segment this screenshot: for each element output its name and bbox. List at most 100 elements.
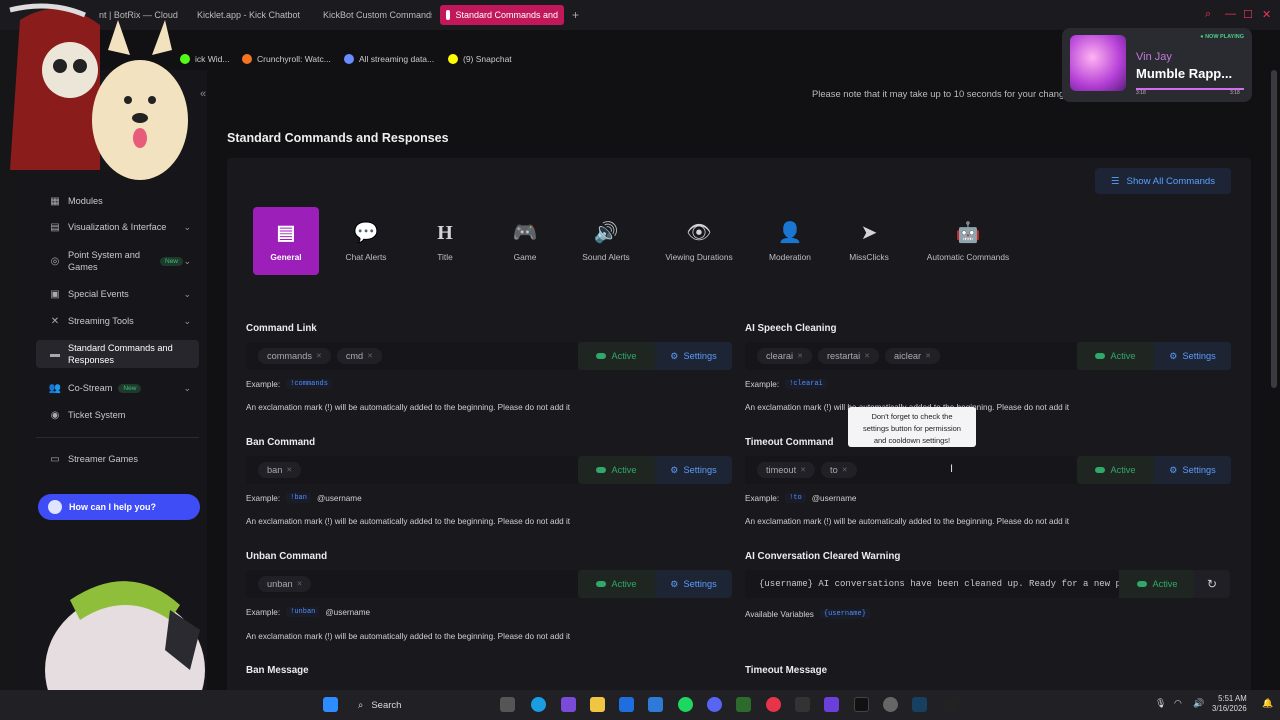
new-tab-button[interactable]: +	[566, 5, 585, 25]
app-icon[interactable]	[912, 697, 927, 712]
close-button[interactable]: ✕	[1262, 8, 1271, 21]
maximize-button[interactable]: ☐	[1243, 8, 1253, 21]
remove-icon[interactable]: ✕	[286, 466, 292, 474]
nvidia-icon[interactable]	[736, 697, 751, 712]
tab-kickbot[interactable]: KickBot Custom Commands	[312, 5, 432, 25]
now-playing-widget: ● NOW PLAYING Vin Jay Mumble Rapp... 3:1…	[1062, 28, 1252, 102]
tab-sound-alerts[interactable]: 🔊 Sound Alerts	[576, 207, 636, 275]
discord-icon[interactable]	[707, 697, 722, 712]
edge-icon[interactable]	[531, 697, 546, 712]
toggle-icon	[1095, 467, 1106, 473]
page-scrollbar[interactable]	[1271, 70, 1277, 388]
tab-viewing-durations[interactable]: 👁 Viewing Durations	[660, 207, 738, 275]
sidebar-item-ticket-system[interactable]: ◉ Ticket System	[36, 406, 199, 424]
command-link-active-toggle[interactable]: Active	[578, 342, 655, 370]
task-view-icon[interactable]	[500, 697, 515, 712]
ai-speech-cleaning-title: AI Speech Cleaning	[745, 323, 837, 334]
sidebar-item-special-events[interactable]: ▣ Special Events ⌄	[36, 285, 199, 303]
gear-icon: ⚙	[670, 464, 679, 475]
tab-chat-alerts[interactable]: 💬 Chat Alerts	[334, 207, 398, 275]
notifications-icon[interactable]: 🔔	[1262, 698, 1273, 709]
gear-icon: ⚙	[1169, 464, 1178, 475]
minimize-button[interactable]: —	[1225, 8, 1236, 20]
bookmark-snapchat[interactable]: (9) Snapchat	[448, 49, 512, 69]
ai-conversation-active-toggle[interactable]: Active	[1119, 570, 1196, 598]
sidebar-item-point-system[interactable]: ◎ Point System and Games New ⌄	[36, 248, 199, 274]
sidebar-item-visualization[interactable]: ▤ Visualization & Interface ⌄	[36, 218, 199, 236]
ticket-icon: ◉	[50, 409, 60, 421]
search-tabs-icon[interactable]: ⌕	[1205, 8, 1211, 21]
unban-aliases-input[interactable]: unban ✕	[246, 570, 578, 598]
track-elapsed: 3:18	[1136, 90, 1146, 96]
outlook-icon[interactable]	[648, 697, 663, 712]
alias-chip[interactable]: to ✕	[821, 462, 857, 478]
unban-settings-button[interactable]: ⚙ Settings	[655, 570, 732, 598]
spotify-icon[interactable]	[678, 697, 693, 712]
remove-icon[interactable]: ✕	[316, 352, 322, 360]
timeout-settings-button[interactable]: ⚙ Settings	[1154, 456, 1231, 484]
alias-chip[interactable]: restartai ✕	[817, 348, 880, 364]
show-all-commands-button[interactable]: ☰ Show All Commands	[1095, 168, 1231, 194]
sidebar-item-co-stream[interactable]: 👥 Co-Stream New ⌄	[36, 379, 199, 397]
bookmark-streaming-data[interactable]: All streaming data...	[344, 49, 434, 69]
tab-missclicks[interactable]: ➤ MissClicks	[844, 207, 894, 275]
ban-aliases-input[interactable]: ban ✕	[246, 456, 578, 484]
obs-icon[interactable]	[795, 697, 810, 712]
alias-chip[interactable]: ban ✕	[258, 462, 302, 478]
taskbar-search[interactable]: ⌕ Search	[352, 697, 486, 713]
remove-icon[interactable]: ✕	[925, 352, 931, 360]
network-icon[interactable]: ◠	[1174, 698, 1182, 709]
alias-chip[interactable]: clearai ✕	[757, 348, 812, 364]
unban-active-toggle[interactable]: Active	[578, 570, 655, 598]
ban-active-toggle[interactable]: Active	[578, 456, 655, 484]
tab-kicklet[interactable]: Kicklet.app - Kick Chatbot	[186, 5, 306, 25]
timeout-aliases-input[interactable]: timeout ✕ to ✕	[745, 456, 1077, 484]
alias-chip[interactable]: unban ✕	[258, 576, 312, 592]
reset-icon[interactable]: ↻	[1194, 570, 1230, 598]
microphone-icon[interactable]: 🎙	[1155, 698, 1166, 709]
ai-speech-aliases-input[interactable]: clearai ✕ restartai ✕ aiclear ✕	[745, 342, 1077, 370]
alias-chip[interactable]: commands ✕	[258, 348, 331, 364]
settings-app-icon[interactable]	[883, 697, 898, 712]
timeout-active-toggle[interactable]: Active	[1077, 456, 1154, 484]
remove-icon[interactable]: ✕	[842, 466, 848, 474]
heading-icon: H	[437, 222, 453, 244]
github-icon[interactable]	[942, 697, 957, 712]
volume-icon[interactable]: 🔊	[1193, 698, 1204, 709]
windows-start-icon[interactable]	[323, 697, 338, 712]
ai-speech-settings-button[interactable]: ⚙ Settings	[1154, 342, 1231, 370]
ai-conversation-message-input[interactable]: {username} AI conversations have been cl…	[745, 570, 1119, 598]
help-chat-button[interactable]: How can I help you?	[38, 494, 200, 520]
remove-icon[interactable]: ✕	[367, 352, 373, 360]
ban-settings-button[interactable]: ⚙ Settings	[655, 456, 732, 484]
store-icon[interactable]	[619, 697, 634, 712]
app-icon[interactable]	[824, 697, 839, 712]
remove-icon[interactable]: ✕	[797, 352, 803, 360]
file-explorer-icon[interactable]	[590, 697, 605, 712]
tab-title[interactable]: H Title	[420, 207, 470, 275]
sidebar-item-standard-commands[interactable]: ▬ Standard Commands and Responses	[36, 340, 199, 368]
sidebar-item-streamer-games[interactable]: ▭ Streamer Games	[36, 450, 199, 468]
alias-chip[interactable]: aiclear ✕	[885, 348, 940, 364]
sidebar-item-streaming-tools[interactable]: ✕ Streaming Tools ⌄	[36, 312, 199, 330]
tab-standard-commands[interactable]: Standard Commands and	[440, 5, 564, 25]
tab-automatic-commands[interactable]: 🤖 Automatic Commands	[922, 207, 1014, 275]
remove-icon[interactable]: ✕	[800, 466, 806, 474]
opera-icon[interactable]	[766, 697, 781, 712]
remove-icon[interactable]: ✕	[864, 352, 870, 360]
system-clock[interactable]: 5:51 AM 3/16/2026	[1212, 694, 1247, 714]
ai-speech-active-toggle[interactable]: Active	[1077, 342, 1154, 370]
alias-chip[interactable]: cmd ✕	[336, 348, 383, 364]
collapse-sidebar-icon[interactable]: «	[200, 88, 206, 100]
command-link-aliases-input[interactable]: commands ✕ cmd ✕	[246, 342, 578, 370]
tab-general[interactable]: ▤ General	[253, 207, 319, 275]
tab-game[interactable]: 🎮 Game	[500, 207, 550, 275]
terminal-icon[interactable]	[854, 697, 869, 712]
copilot-icon[interactable]	[561, 697, 576, 712]
alias-chip[interactable]: timeout ✕	[757, 462, 816, 478]
remove-icon[interactable]: ✕	[297, 580, 303, 588]
command-link-settings-button[interactable]: ⚙ Settings	[655, 342, 732, 370]
bookmark-crunchyroll[interactable]: Crunchyroll: Watc...	[242, 49, 331, 69]
track-artist: Vin Jay	[1136, 51, 1172, 63]
tab-moderation[interactable]: 👤 Moderation	[762, 207, 818, 275]
